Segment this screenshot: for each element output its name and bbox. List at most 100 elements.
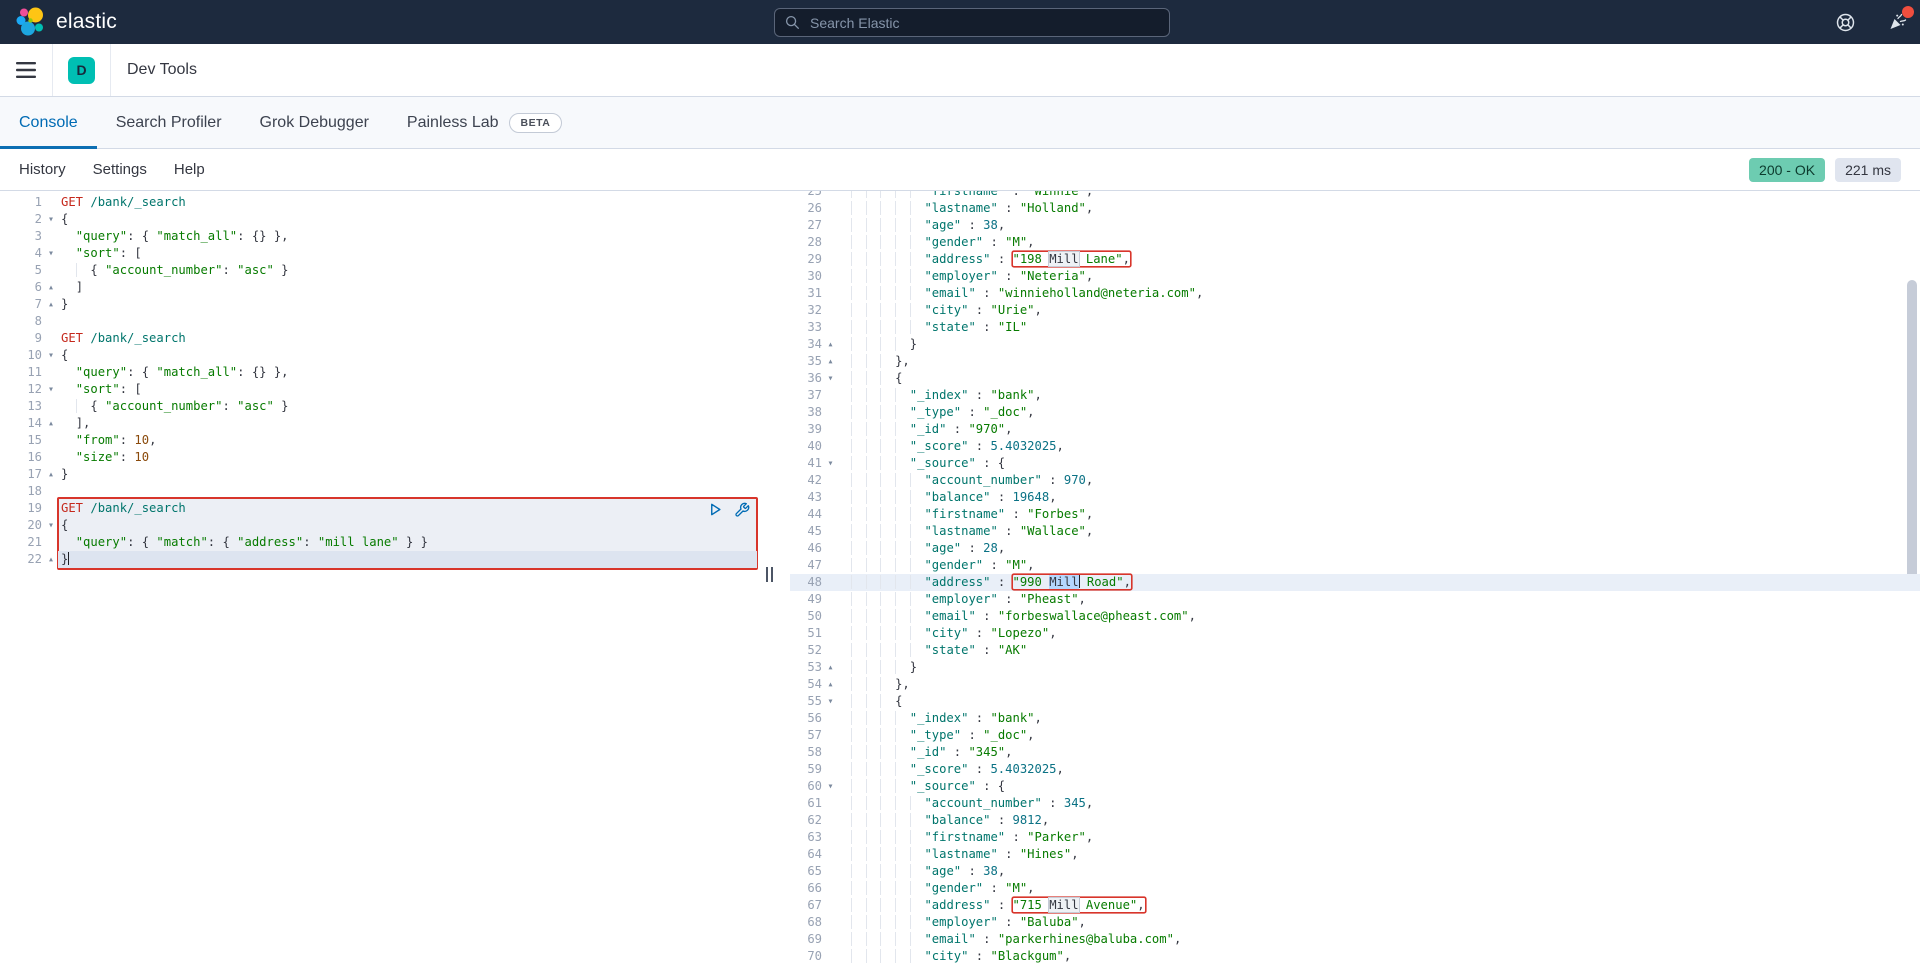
code-line-12[interactable]: 12▾ "sort": [ xyxy=(0,381,765,398)
code-line-41[interactable]: 41▾ "_source" : { xyxy=(790,455,1920,472)
newsfeed-icon[interactable] xyxy=(1884,9,1910,35)
code-line-70[interactable]: 70 "city" : "Blackgum", xyxy=(790,948,1920,963)
send-request-button[interactable] xyxy=(707,501,724,518)
code-line-46[interactable]: 46 "age" : 28, xyxy=(790,540,1920,557)
code-line-68[interactable]: 68 "employer" : "Baluba", xyxy=(790,914,1920,931)
code-line-56[interactable]: 56 "_index" : "bank", xyxy=(790,710,1920,727)
code-line-4[interactable]: 4▾ "sort": [ xyxy=(0,245,765,262)
code-line-8[interactable]: 8 xyxy=(0,313,765,330)
code-line-60[interactable]: 60▾ "_source" : { xyxy=(790,778,1920,795)
code-line-2[interactable]: 2▾{ xyxy=(0,211,765,228)
tab-console[interactable]: Console xyxy=(0,97,97,148)
code-line-52[interactable]: 52 "state" : "AK" xyxy=(790,642,1920,659)
code-line-3[interactable]: 3 "query": { "match_all": {} }, xyxy=(0,228,765,245)
menu-icon[interactable] xyxy=(0,44,52,96)
fold-toggle-icon[interactable]: ▴ xyxy=(44,415,58,432)
settings-menu-item[interactable]: Settings xyxy=(93,161,147,178)
code-line-30[interactable]: 30 "employer" : "Neteria", xyxy=(790,268,1920,285)
fold-toggle-icon[interactable]: ▴ xyxy=(44,551,58,568)
space-badge[interactable]: D xyxy=(68,57,95,84)
fold-toggle-icon[interactable]: ▾ xyxy=(822,455,839,472)
response-pane[interactable]: 25 "firstname" : "Winnie",26 "lastname" … xyxy=(790,191,1920,963)
code-line-42[interactable]: 42 "account_number" : 970, xyxy=(790,472,1920,489)
code-line-32[interactable]: 32 "city" : "Urie", xyxy=(790,302,1920,319)
fold-toggle-icon[interactable]: ▾ xyxy=(44,381,58,398)
fold-toggle-icon[interactable]: ▴ xyxy=(822,659,839,676)
global-search-box[interactable] xyxy=(774,8,1170,37)
code-line-5[interactable]: 5 { "account_number": "asc" } xyxy=(0,262,765,279)
request-editor[interactable]: 1GET /bank/_search2▾{3 "query": { "match… xyxy=(0,191,765,568)
search-input[interactable] xyxy=(808,14,1159,32)
code-line-26[interactable]: 26 "lastname" : "Holland", xyxy=(790,200,1920,217)
elastic-logo[interactable]: elastic xyxy=(0,7,117,37)
code-line-25[interactable]: 25 "firstname" : "Winnie", xyxy=(790,191,1920,200)
code-line-66[interactable]: 66 "gender" : "M", xyxy=(790,880,1920,897)
code-line-48[interactable]: 48 "address" : "990 Mill Road", xyxy=(790,574,1920,591)
code-line-43[interactable]: 43 "balance" : 19648, xyxy=(790,489,1920,506)
code-line-63[interactable]: 63 "firstname" : "Parker", xyxy=(790,829,1920,846)
code-line-47[interactable]: 47 "gender" : "M", xyxy=(790,557,1920,574)
code-line-34[interactable]: 34▴ } xyxy=(790,336,1920,353)
code-line-18[interactable]: 18 xyxy=(0,483,765,500)
fold-toggle-icon[interactable]: ▴ xyxy=(822,676,839,693)
code-line-9[interactable]: 9GET /bank/_search xyxy=(0,330,765,347)
code-line-51[interactable]: 51 "city" : "Lopezo", xyxy=(790,625,1920,642)
code-line-31[interactable]: 31 "email" : "winnieholland@neteria.com"… xyxy=(790,285,1920,302)
fold-toggle-icon[interactable]: ▾ xyxy=(44,211,58,228)
code-line-27[interactable]: 27 "age" : 38, xyxy=(790,217,1920,234)
code-line-11[interactable]: 11 "query": { "match_all": {} }, xyxy=(0,364,765,381)
code-line-36[interactable]: 36▾ { xyxy=(790,370,1920,387)
fold-toggle-icon[interactable]: ▾ xyxy=(822,778,839,795)
code-line-50[interactable]: 50 "email" : "forbeswallace@pheast.com", xyxy=(790,608,1920,625)
code-line-29[interactable]: 29 "address" : "198 Mill Lane", xyxy=(790,251,1920,268)
code-line-35[interactable]: 35▴ }, xyxy=(790,353,1920,370)
code-line-64[interactable]: 64 "lastname" : "Hines", xyxy=(790,846,1920,863)
tab-grok-debugger[interactable]: Grok Debugger xyxy=(241,97,388,148)
history-menu-item[interactable]: History xyxy=(19,161,66,178)
fold-toggle-icon[interactable]: ▴ xyxy=(44,296,58,313)
code-line-39[interactable]: 39 "_id" : "970", xyxy=(790,421,1920,438)
fold-toggle-icon[interactable]: ▴ xyxy=(822,336,839,353)
fold-toggle-icon[interactable]: ▾ xyxy=(44,245,58,262)
code-line-65[interactable]: 65 "age" : 38, xyxy=(790,863,1920,880)
code-line-19[interactable]: 19GET /bank/_search xyxy=(0,500,765,517)
code-line-21[interactable]: 21 "query": { "match": { "address": "mil… xyxy=(0,534,765,551)
code-line-61[interactable]: 61 "account_number" : 345, xyxy=(790,795,1920,812)
response-viewer[interactable]: 25 "firstname" : "Winnie",26 "lastname" … xyxy=(790,191,1920,963)
request-options-button[interactable] xyxy=(733,501,750,518)
code-line-59[interactable]: 59 "_score" : 5.4032025, xyxy=(790,761,1920,778)
code-line-6[interactable]: 6▴ ] xyxy=(0,279,765,296)
code-line-7[interactable]: 7▴} xyxy=(0,296,765,313)
request-editor-pane[interactable]: 1GET /bank/_search2▾{3 "query": { "match… xyxy=(0,191,765,963)
code-line-13[interactable]: 13 { "account_number": "asc" } xyxy=(0,398,765,415)
code-line-53[interactable]: 53▴ } xyxy=(790,659,1920,676)
code-line-67[interactable]: 67 "address" : "715 Mill Avenue", xyxy=(790,897,1920,914)
code-line-20[interactable]: 20▾{ xyxy=(0,517,765,534)
fold-toggle-icon[interactable]: ▴ xyxy=(44,279,58,296)
code-line-57[interactable]: 57 "_type" : "_doc", xyxy=(790,727,1920,744)
fold-toggle-icon[interactable]: ▾ xyxy=(44,347,58,364)
code-line-58[interactable]: 58 "_id" : "345", xyxy=(790,744,1920,761)
fold-toggle-icon[interactable]: ▴ xyxy=(44,466,58,483)
code-line-17[interactable]: 17▴} xyxy=(0,466,765,483)
fold-toggle-icon[interactable]: ▴ xyxy=(822,353,839,370)
code-line-15[interactable]: 15 "from": 10, xyxy=(0,432,765,449)
code-line-69[interactable]: 69 "email" : "parkerhines@baluba.com", xyxy=(790,931,1920,948)
code-line-22[interactable]: 22▴} xyxy=(0,551,765,568)
help-icon[interactable] xyxy=(1832,9,1858,35)
code-line-49[interactable]: 49 "employer" : "Pheast", xyxy=(790,591,1920,608)
code-line-45[interactable]: 45 "lastname" : "Wallace", xyxy=(790,523,1920,540)
help-menu-item[interactable]: Help xyxy=(174,161,205,178)
code-line-62[interactable]: 62 "balance" : 9812, xyxy=(790,812,1920,829)
code-line-33[interactable]: 33 "state" : "IL" xyxy=(790,319,1920,336)
code-line-40[interactable]: 40 "_score" : 5.4032025, xyxy=(790,438,1920,455)
fold-toggle-icon[interactable]: ▾ xyxy=(822,370,839,387)
pane-splitter[interactable] xyxy=(765,191,790,963)
code-line-1[interactable]: 1GET /bank/_search xyxy=(0,194,765,211)
code-line-28[interactable]: 28 "gender" : "M", xyxy=(790,234,1920,251)
tab-search-profiler[interactable]: Search Profiler xyxy=(97,97,241,148)
fold-toggle-icon[interactable]: ▾ xyxy=(822,693,839,710)
code-line-14[interactable]: 14▴ ], xyxy=(0,415,765,432)
code-line-44[interactable]: 44 "firstname" : "Forbes", xyxy=(790,506,1920,523)
code-line-38[interactable]: 38 "_type" : "_doc", xyxy=(790,404,1920,421)
